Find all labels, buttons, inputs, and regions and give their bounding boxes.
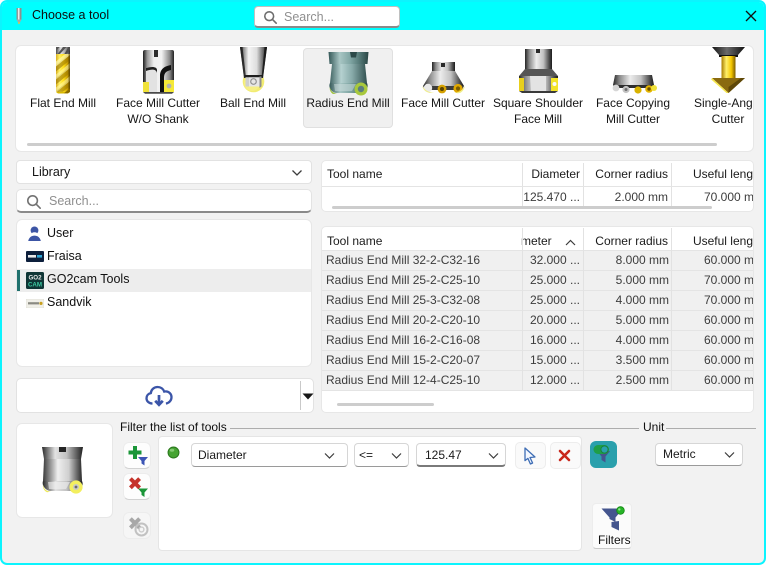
svg-text:CAM: CAM <box>28 281 42 288</box>
